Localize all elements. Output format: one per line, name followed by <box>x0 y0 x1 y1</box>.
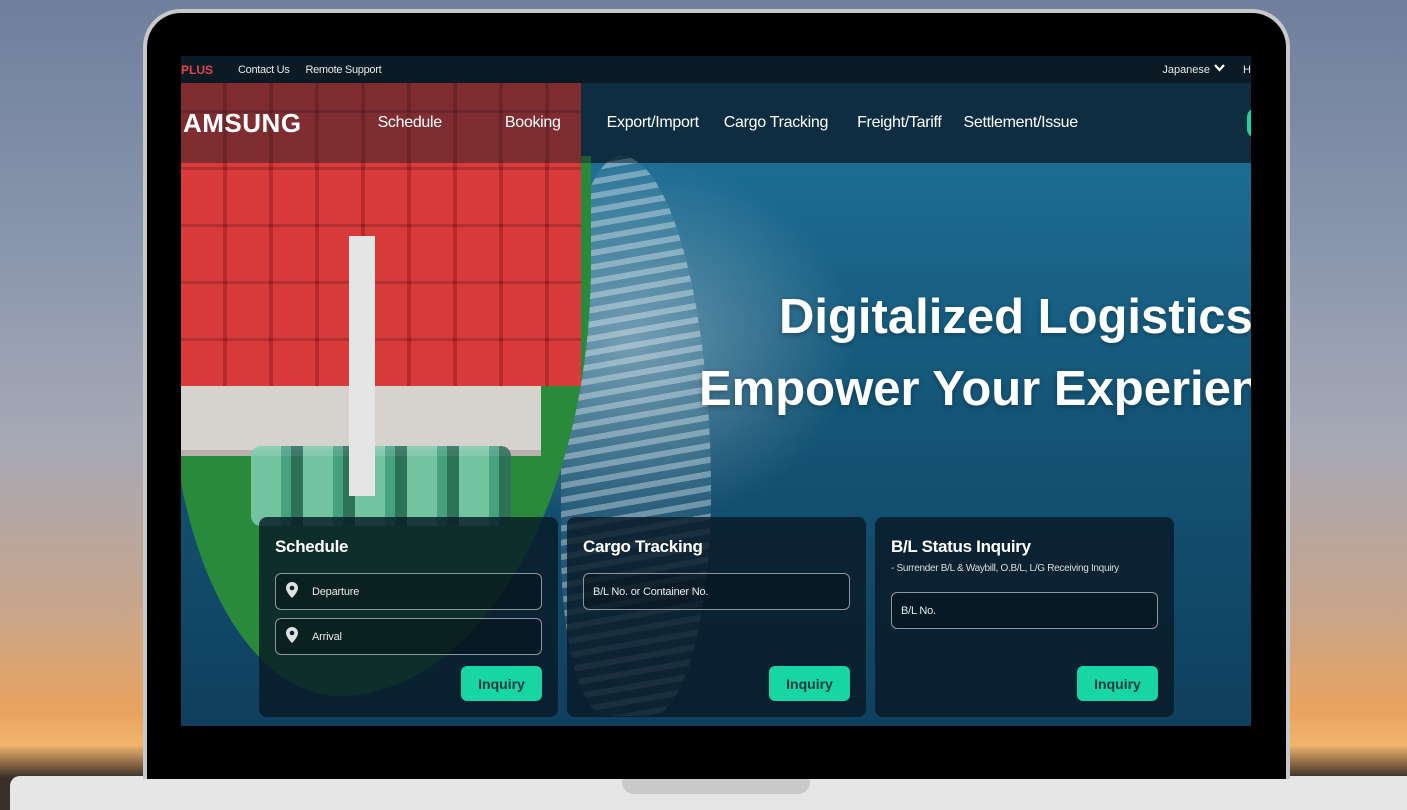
login-button-partial[interactable] <box>1247 108 1251 138</box>
chevron-down-icon[interactable] <box>1214 64 1225 75</box>
nav-schedule[interactable]: Schedule <box>378 114 443 132</box>
brand-plus: PLUS <box>181 62 214 77</box>
departure-label: Departure <box>312 585 360 598</box>
schedule-card-title: Schedule <box>275 537 349 556</box>
deck-machinery <box>251 446 511 526</box>
map-pin-icon <box>286 627 300 646</box>
hero-headline: Digitalized Logistics Empower Your Exper… <box>699 281 1251 425</box>
ship-mast <box>349 236 375 496</box>
bl-card-subtitle: - Surrender B/L & Waybill, O.B/L, L/G Re… <box>891 563 1119 574</box>
main-navigation: AMSUNG Schedule Booking Export/Import Ca… <box>181 83 1251 163</box>
bl-card-title: B/L Status Inquiry <box>891 537 1031 556</box>
hero-line-1: Digitalized Logistics <box>779 290 1251 344</box>
remote-support-link[interactable]: Remote Support <box>305 64 381 76</box>
cargo-tracking-card: Cargo Tracking B/L No. or Container No. … <box>567 517 866 717</box>
bl-number-input[interactable]: B/L No. <box>891 592 1158 629</box>
nav-export-import[interactable]: Export/Import <box>607 114 699 132</box>
cargo-card-title: Cargo Tracking <box>583 537 703 556</box>
hero-line-2: Empower Your Experien <box>699 362 1251 416</box>
arrival-label: Arrival <box>312 630 342 643</box>
truncated-link[interactable]: H <box>1243 64 1251 76</box>
bl-or-container-input[interactable]: B/L No. or Container No. <box>583 573 850 610</box>
language-selector[interactable]: Japanese <box>1162 64 1210 76</box>
arrival-field[interactable]: Arrival <box>275 618 542 655</box>
top-utility-bar: PLUS Contact Us Remote Support Japanese … <box>181 56 1251 83</box>
cargo-inquiry-button[interactable]: Inquiry <box>769 666 850 701</box>
nav-booking[interactable]: Booking <box>505 114 561 132</box>
schedule-card: Schedule Departure Arrival Inquiry <box>259 517 558 717</box>
bl-or-container-placeholder: B/L No. or Container No. <box>593 585 709 598</box>
departure-field[interactable]: Departure <box>275 573 542 610</box>
contact-us-link[interactable]: Contact Us <box>238 64 290 76</box>
schedule-inquiry-button[interactable]: Inquiry <box>461 666 542 701</box>
bl-number-placeholder: B/L No. <box>901 604 936 617</box>
samsung-logo[interactable]: AMSUNG <box>183 108 302 139</box>
map-pin-icon <box>286 582 300 601</box>
nav-cargo-tracking[interactable]: Cargo Tracking <box>724 114 829 132</box>
bl-status-card: B/L Status Inquiry - Surrender B/L & Way… <box>875 517 1174 717</box>
bl-inquiry-button[interactable]: Inquiry <box>1077 666 1158 701</box>
nav-freight-tariff[interactable]: Freight/Tariff <box>857 114 942 132</box>
nav-settlement-issue[interactable]: Settlement/Issue <box>964 114 1079 132</box>
website-screen: PLUS Contact Us Remote Support Japanese … <box>181 56 1251 726</box>
